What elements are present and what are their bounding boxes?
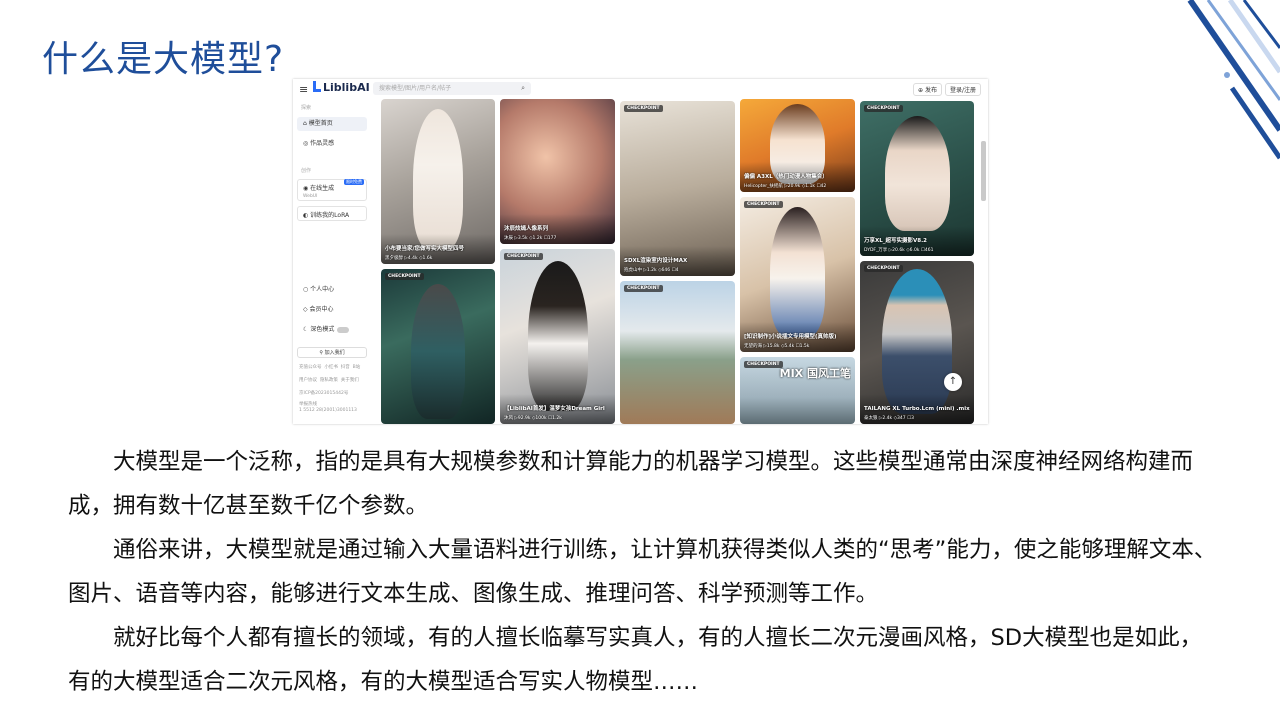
model-card[interactable]: CHECKPOINT TAILANG XL Turbo.Lcm (mini) .… (860, 261, 974, 424)
sidebar: 探索 ⌂ 模型首页 ◎ 作品灵感 创作 限时免费 ◉ 在线生成 WebUI ◐ … (293, 99, 373, 424)
palette-icon: ◉ (303, 185, 309, 192)
checkpoint-badge: CHECKPOINT (864, 105, 903, 112)
sidebar-item-inspiration[interactable]: ◎ 作品灵感 (297, 137, 367, 151)
moon-icon: ☾ (303, 326, 309, 333)
sidebar-group-create: 创作 (301, 168, 312, 174)
card-title: 沐辰炫嫣人像系列 (504, 226, 549, 232)
checkpoint-badge: CHECKPOINT (864, 265, 903, 272)
card-title: MIX 国风工笔 (779, 367, 851, 380)
model-card[interactable]: CHECKPOINT [知识制作]小说插文专用模型(真帅版) 无望的海 ▷15.… (740, 197, 855, 352)
card-title: TAILANG XL Turbo.Lcm (mini) .mix (864, 406, 970, 412)
dark-mode-toggle[interactable]: ☾ 深色模式 (297, 323, 367, 337)
paragraph: 大模型是一个泛称，指的是具有大规模参数和计算能力的机器学习模型。这些模型通常由深… (68, 449, 1194, 519)
bulb-icon: ◎ (303, 140, 309, 147)
liblib-screenshot: ≡ LiblibAI 搜索模型/图片/用户名/帖子 ⌕ ⊕ 发布 登录/注册 探… (293, 79, 988, 424)
free-tag: 限时免费 (344, 179, 364, 185)
paragraph: 通俗来讲，大模型就是通过输入大量语料进行训练，让计算机获得类似人类的“思考”能力… (68, 537, 1217, 607)
checkpoint-badge: CHECKPOINT (744, 201, 783, 208)
model-card[interactable]: CHECKPOINT SDXL渲染室内设计MAX 抱虎山中 ▷1.2k ◇646… (620, 101, 735, 276)
model-card[interactable]: CHECKPOINT 【LiblibAI首发】温梦女孩Dream Girl 沐风… (500, 249, 615, 424)
card-stats: Helicopter_扶摇航 ▷20.9k ◇1.1k ☐42 (744, 184, 827, 189)
checkpoint-badge: CHECKPOINT (385, 273, 424, 280)
footer-links-2[interactable]: 用户协议 隐私政策 关于我们 (299, 377, 359, 383)
slide-title: 什么是大模型? (42, 39, 285, 80)
card-title: 小布要当家/您做写实大模型四号 (385, 246, 465, 252)
scrollbar[interactable] (981, 141, 986, 201)
diamond-icon: ◇ (303, 306, 308, 313)
model-card[interactable]: CHECKPOINT (381, 269, 495, 424)
card-stats: 抱虎山中 ▷1.2k ◇646 ☐4 (624, 268, 679, 273)
card-stats: 泰太狼 ▷2.4k ◇347 ☐3 (864, 416, 914, 421)
top-bar: ≡ LiblibAI 搜索模型/图片/用户名/帖子 ⌕ ⊕ 发布 登录/注册 (293, 79, 988, 99)
sidebar-item-member[interactable]: ◇ 会员中心 (297, 303, 367, 317)
card-title: 偏偏 A3XL（热门动漫人物集合） (744, 174, 828, 180)
login-button[interactable]: 登录/注册 (945, 83, 982, 96)
search-icon[interactable]: ⌕ (521, 82, 525, 95)
model-card[interactable]: 沐辰炫嫣人像系列 沐辰 ▷3.5k ◇1.2k ☐177 (500, 99, 615, 244)
card-title: SDXL渲染室内设计MAX (624, 258, 688, 264)
body-text: 大模型是一个泛称，指的是具有大规模参数和计算能力的机器学习模型。这些模型通常由深… (68, 440, 1218, 704)
footer-links[interactable]: 充值公众号 小红书 抖音 B站 (299, 364, 360, 370)
publish-button[interactable]: ⊕ 发布 (913, 83, 942, 96)
home-icon: ⌂ (303, 120, 307, 127)
sidebar-item-train-lora[interactable]: ◐ 训练我的LoRA (297, 206, 367, 221)
card-stats: 黑夕极醇 ▷4.4k ◇1.6k (385, 256, 433, 261)
model-card[interactable]: 偏偏 A3XL（热门动漫人物集合） Helicopter_扶摇航 ▷20.9k … (740, 99, 855, 192)
card-title: 万享XL_超写实摄影V8.2 (864, 238, 927, 244)
user-icon: ○ (303, 286, 309, 293)
card-stats: 沐风 ▷92.9k ◇100k ☐1.2k (504, 416, 562, 421)
model-card[interactable]: CHECKPOINT 万享XL_超写实摄影V8.2 DYDF_万享 ▷20.6k… (860, 101, 974, 256)
card-title: [知识制作]小说插文专用模型(真帅版) (744, 334, 837, 340)
sidebar-item-personal[interactable]: ○ 个人中心 (297, 283, 367, 297)
paragraph: 就好比每个人都有擅长的领域，有的人擅长临摹写实真人，有的人擅长二次元漫画风格，S… (68, 625, 1203, 695)
checkpoint-badge: CHECKPOINT (624, 105, 663, 112)
hotline-number: 1 5512 28(2001)3001113 (299, 408, 357, 413)
checkpoint-badge: CHECKPOINT (504, 253, 543, 260)
card-stats: 沐辰 ▷3.5k ◇1.2k ☐177 (504, 236, 557, 241)
logo[interactable]: LiblibAI (313, 81, 370, 94)
model-card[interactable]: CHECKPOINT MIX 国风工笔 (740, 357, 855, 424)
search-input[interactable]: 搜索模型/图片/用户名/帖子 ⌕ (373, 82, 531, 95)
hotline-label: 举报热线 (299, 402, 317, 407)
train-icon: ◐ (303, 212, 309, 219)
sidebar-item-home[interactable]: ⌂ 模型首页 (297, 117, 367, 131)
sidebar-item-online-gen[interactable]: 限时免费 ◉ 在线生成 WebUI (297, 179, 367, 201)
sidebar-group-explore: 探索 (301, 105, 312, 111)
menu-icon[interactable]: ≡ (299, 83, 308, 96)
join-us-button[interactable]: ⚲ 加入我们 (297, 347, 367, 358)
model-card[interactable]: CHECKPOINT (620, 281, 735, 424)
icp-text: 京ICP备2023015442号 (299, 391, 349, 396)
checkpoint-badge: CHECKPOINT (624, 285, 663, 292)
back-to-top-icon[interactable]: ↑ (944, 373, 962, 391)
card-stats: 无望的海 ▷15.8k ◇5.4k ☐1.5k (744, 344, 810, 349)
card-title: 【LiblibAI首发】温梦女孩Dream Girl (504, 406, 605, 412)
corner-decoration (1187, 0, 1280, 160)
model-card[interactable]: 小布要当家/您做写实大模型四号 黑夕极醇 ▷4.4k ◇1.6k (381, 99, 495, 264)
card-stats: DYDF_万享 ▷20.6k ◇6.0k ☐461 (864, 248, 934, 253)
